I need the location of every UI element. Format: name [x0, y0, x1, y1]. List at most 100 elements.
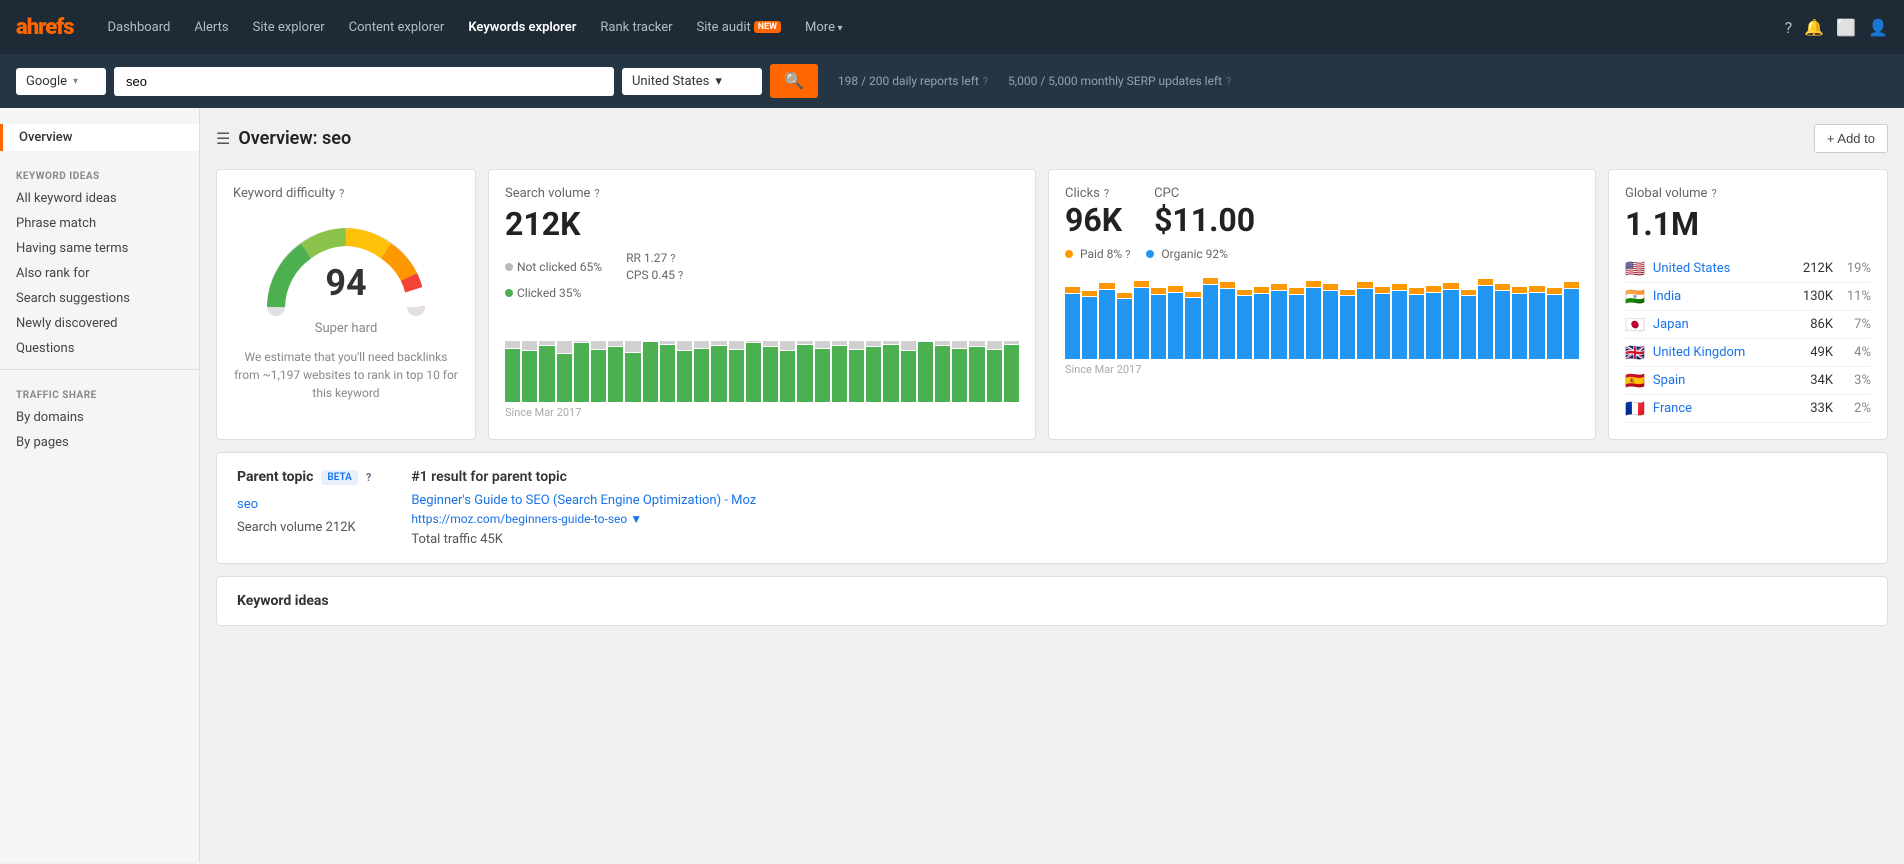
sidebar-questions[interactable]: Questions	[0, 336, 199, 361]
country-select[interactable]: United States ▾	[622, 68, 762, 95]
clicks-since: Since Mar 2017	[1065, 363, 1579, 376]
user-icon[interactable]: 👤	[1868, 18, 1888, 37]
country-item: 🇮🇳 India 130K 11%	[1625, 283, 1871, 311]
country-name[interactable]: United Kingdom	[1653, 345, 1802, 360]
volume-chart	[505, 312, 1019, 402]
rr-help[interactable]: ?	[670, 252, 675, 265]
nav-more[interactable]: More	[795, 12, 852, 43]
beta-badge: BETA	[321, 470, 357, 485]
sidebar-search-suggestions[interactable]: Search suggestions	[0, 286, 199, 311]
volume-bar	[505, 312, 520, 402]
country-name[interactable]: India	[1653, 289, 1795, 304]
country-volume: 130K	[1803, 289, 1833, 304]
sidebar-phrase-match[interactable]: Phrase match	[0, 211, 199, 236]
nav-keywords-explorer[interactable]: Keywords explorer	[458, 12, 586, 43]
gauge-label: Super hard	[233, 321, 459, 336]
clicks-help[interactable]: ?	[1104, 187, 1109, 200]
pt-result-title[interactable]: Beginner's Guide to SEO (Search Engine O…	[411, 493, 1867, 508]
volume-bar	[746, 312, 761, 402]
cards-row: Keyword difficulty ?	[216, 169, 1888, 440]
country-flag: 🇯🇵	[1625, 315, 1645, 334]
volume-bar	[625, 312, 640, 402]
country-name[interactable]: Spain	[1653, 373, 1802, 388]
volume-help[interactable]: ?	[594, 187, 599, 200]
clicks-bar	[1564, 269, 1579, 359]
cps-help[interactable]: ?	[678, 269, 683, 282]
clicks-bar	[1134, 269, 1149, 359]
screen-icon[interactable]: ⬜	[1836, 18, 1856, 37]
volume-bar	[591, 312, 606, 402]
clicks-bar	[1065, 269, 1080, 359]
country-percent: 19%	[1841, 261, 1871, 276]
add-to-button[interactable]: Add to	[1814, 124, 1888, 153]
pt-result-url[interactable]: https://moz.com/beginners-guide-to-seo ▼	[411, 512, 1867, 526]
bottom-cards: Parent topic BETA ? seo Search volume 21…	[216, 452, 1888, 626]
sidebar-newly-discovered[interactable]: Newly discovered	[0, 311, 199, 336]
country-volume: 86K	[1810, 317, 1833, 332]
volume-bar	[815, 312, 830, 402]
volume-bar	[557, 312, 572, 402]
country-item: 🇯🇵 Japan 86K 7%	[1625, 311, 1871, 339]
clicks-header: Clicks ? 96K CPC $11.00	[1065, 186, 1579, 239]
clicks-bar	[1117, 269, 1132, 359]
help-icon[interactable]: ?	[1785, 18, 1793, 37]
content-area: Overview KEYWORD IDEAS All keyword ideas…	[0, 108, 1904, 862]
engine-select[interactable]: Google ▾	[16, 68, 106, 95]
global-help[interactable]: ?	[1711, 187, 1716, 200]
paid-pct: Paid 8% ?	[1065, 247, 1130, 261]
country-name[interactable]: France	[1653, 401, 1802, 416]
clicks-bar	[1357, 269, 1372, 359]
sidebar-also-rank-for[interactable]: Also rank for	[0, 261, 199, 286]
volume-bar	[987, 312, 1002, 402]
country-percent: 2%	[1841, 401, 1871, 416]
volume-bar	[711, 312, 726, 402]
logo[interactable]: ahrefs	[16, 15, 74, 40]
country-item: 🇬🇧 United Kingdom 49K 4%	[1625, 339, 1871, 367]
volume-bar	[643, 312, 658, 402]
engine-dropdown-arrow: ▾	[73, 76, 78, 87]
nav-alerts[interactable]: Alerts	[184, 12, 238, 43]
notifications-icon[interactable]: 🔔	[1804, 18, 1824, 37]
pt-link[interactable]: seo	[237, 497, 371, 512]
sidebar-by-domains[interactable]: By domains	[0, 405, 199, 430]
country-name[interactable]: United States	[1653, 261, 1795, 276]
volume-bar	[901, 312, 916, 402]
difficulty-help[interactable]: ?	[339, 187, 344, 200]
sidebar-having-same-terms[interactable]: Having same terms	[0, 236, 199, 261]
clicks-bar	[1185, 269, 1200, 359]
sidebar-all-keyword-ideas[interactable]: All keyword ideas	[0, 186, 199, 211]
clicks-card: Clicks ? 96K CPC $11.00	[1048, 169, 1596, 440]
clicks-bar	[1495, 269, 1510, 359]
sidebar-overview[interactable]: Overview	[0, 124, 199, 151]
nav-site-audit[interactable]: Site auditNEW	[687, 12, 792, 43]
keyword-input[interactable]	[114, 67, 614, 96]
nav-dashboard[interactable]: Dashboard	[98, 12, 181, 43]
volume-bar	[729, 312, 744, 402]
volume-bar	[883, 312, 898, 402]
volume-bar	[952, 312, 967, 402]
clicks-bar	[1306, 269, 1321, 359]
keyword-ideas-section-title: KEYWORD IDEAS	[0, 159, 199, 186]
paid-help[interactable]: ?	[1125, 248, 1130, 261]
volume-bar	[1004, 312, 1019, 402]
svg-text:94: 94	[325, 262, 366, 304]
monthly-updates-help[interactable]: ?	[1226, 75, 1231, 88]
clicks-bar	[1254, 269, 1269, 359]
menu-icon[interactable]: ☰	[216, 129, 230, 148]
cpc-value: $11.00	[1154, 201, 1255, 239]
clicks-bar	[1478, 269, 1493, 359]
search-button[interactable]: 🔍	[770, 64, 818, 98]
clicks-bar	[1375, 269, 1390, 359]
nav-site-explorer[interactable]: Site explorer	[243, 12, 335, 43]
daily-reports-help[interactable]: ?	[983, 75, 988, 88]
volume-bar	[608, 312, 623, 402]
pt-help[interactable]: ?	[366, 471, 371, 484]
nav-content-explorer[interactable]: Content explorer	[339, 12, 455, 43]
top-navigation: ahrefs Dashboard Alerts Site explorer Co…	[0, 0, 1904, 54]
volume-bar	[918, 312, 933, 402]
country-name[interactable]: Japan	[1653, 317, 1802, 332]
nav-rank-tracker[interactable]: Rank tracker	[590, 12, 682, 43]
difficulty-title: Keyword difficulty ?	[233, 186, 459, 201]
country-volume: 34K	[1810, 373, 1833, 388]
sidebar-by-pages[interactable]: By pages	[0, 430, 199, 455]
